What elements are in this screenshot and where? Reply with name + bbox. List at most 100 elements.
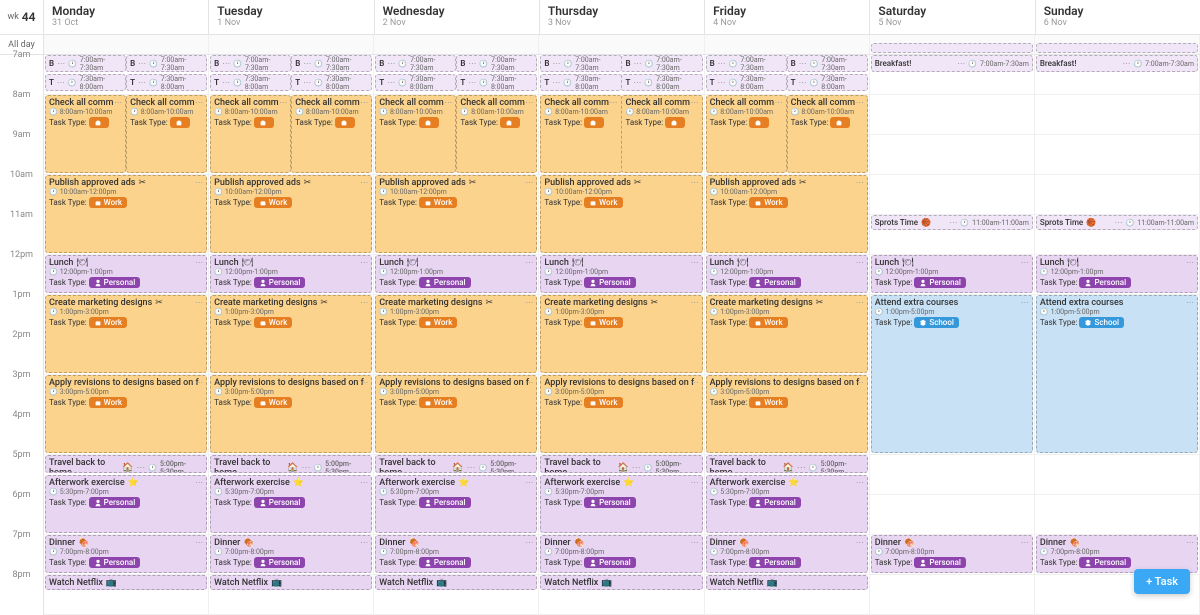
event-exercise[interactable]: ⋯Afterwork exercise ⭐5:30pm-7:00pmTask T… bbox=[540, 475, 702, 533]
event-task730[interactable]: T ⋯7:30am-8:00am bbox=[540, 74, 621, 91]
event-menu-icon[interactable]: ⋯ bbox=[525, 298, 533, 307]
event-check-comm[interactable]: ⋯Check all comm8:00am-10:00amTask Type: bbox=[45, 95, 126, 173]
event-task730[interactable]: T ⋯7:30am-8:00am bbox=[706, 74, 787, 91]
event-menu-icon[interactable]: ⋯ bbox=[691, 478, 699, 487]
event-sports[interactable]: Sprots Time 🏀⋯11:00am-11:00am bbox=[871, 215, 1033, 230]
event-task730[interactable]: T ⋯7:30am-8:00am bbox=[621, 74, 702, 91]
event-exercise[interactable]: ⋯Afterwork exercise ⭐5:30pm-7:00pmTask T… bbox=[210, 475, 372, 533]
event-check-comm[interactable]: ⋯Check all comm8:00am-10:00amTask Type: bbox=[706, 95, 787, 173]
event-travel[interactable]: Travel back to home 🏠⋯5:00pm-5:30pm bbox=[210, 455, 372, 473]
event-menu-icon[interactable]: ⋯ bbox=[195, 98, 203, 107]
event-lunch[interactable]: ⋯Lunch 🍽12:00pm-1:00pmTask Type: Persona… bbox=[45, 255, 207, 293]
event-revisions[interactable]: ⋯Apply revisions to designs based on f3:… bbox=[45, 375, 207, 453]
event-menu-icon[interactable]: ⋯ bbox=[856, 298, 864, 307]
event-marketing[interactable]: ⋯Create marketing designs ✂1:00pm-3:00pm… bbox=[210, 295, 372, 373]
event-netflix[interactable]: Watch Netflix 📺 bbox=[540, 575, 702, 590]
event-menu-icon[interactable]: ⋯ bbox=[775, 98, 783, 107]
event-menu-icon[interactable]: ⋯ bbox=[195, 258, 203, 267]
event-check-comm[interactable]: ⋯Check all comm8:00am-10:00amTask Type: bbox=[787, 95, 868, 173]
event-revisions[interactable]: ⋯Apply revisions to designs based on f3:… bbox=[210, 375, 372, 453]
event-lunch[interactable]: ⋯Lunch 🍽12:00pm-1:00pmTask Type: Persona… bbox=[210, 255, 372, 293]
event-breakfast[interactable]: Breakfast!⋯7:00am-7:30am bbox=[1036, 55, 1198, 72]
event-marketing[interactable]: ⋯Create marketing designs ✂1:00pm-3:00pm… bbox=[540, 295, 702, 373]
event-task730[interactable]: T ⋯7:30am-8:00am bbox=[787, 74, 868, 91]
event-dinner[interactable]: ⋯Dinner 🍖7:00pm-8:00pmTask Type: Persona… bbox=[1036, 535, 1198, 573]
event-task730[interactable]: T ⋯7:30am-8:00am bbox=[126, 74, 207, 91]
event-publish-ads[interactable]: ⋯Publish approved ads ✂10:00am-12:00pmTa… bbox=[45, 175, 207, 253]
event-menu-icon[interactable]: ⋯ bbox=[691, 538, 699, 547]
allday-cell[interactable] bbox=[44, 35, 209, 54]
event-netflix[interactable]: Watch Netflix 📺 bbox=[45, 575, 207, 590]
event-menu-icon[interactable]: ⋯ bbox=[195, 478, 203, 487]
event-menu-icon[interactable]: ⋯ bbox=[195, 178, 203, 187]
event-breakfast[interactable]: B ⋯7:00am-7:30am bbox=[706, 55, 787, 72]
day-column[interactable]: B ⋯7:00am-7:30amB ⋯7:00am-7:30amT ⋯7:30a… bbox=[705, 55, 870, 615]
event-menu-icon[interactable]: ⋯ bbox=[856, 478, 864, 487]
event-exercise[interactable]: ⋯Afterwork exercise ⭐5:30pm-7:00pmTask T… bbox=[45, 475, 207, 533]
event-exercise[interactable]: ⋯Afterwork exercise ⭐5:30pm-7:00pmTask T… bbox=[375, 475, 537, 533]
event-netflix[interactable]: Watch Netflix 📺 bbox=[375, 575, 537, 590]
event-travel[interactable]: Travel back to home 🏠⋯5:00pm-5:30pm bbox=[706, 455, 868, 473]
event-marketing[interactable]: ⋯Create marketing designs ✂1:00pm-3:00pm… bbox=[45, 295, 207, 373]
event-menu-icon[interactable]: ⋯ bbox=[444, 98, 452, 107]
event-dinner[interactable]: ⋯Dinner 🍖7:00pm-8:00pmTask Type: Persona… bbox=[706, 535, 868, 573]
event-lunch[interactable]: ⋯Lunch 🍽12:00pm-1:00pmTask Type: Persona… bbox=[706, 255, 868, 293]
event-check-comm[interactable]: ⋯Check all comm8:00am-10:00amTask Type: bbox=[540, 95, 621, 173]
event-partial[interactable] bbox=[1036, 43, 1198, 53]
event-travel[interactable]: Travel back to home 🏠⋯5:00pm-5:30pm bbox=[375, 455, 537, 473]
event-lunch[interactable]: ⋯Lunch 🍽12:00pm-1:00pmTask Type: Persona… bbox=[871, 255, 1033, 293]
event-breakfast[interactable]: B ⋯7:00am-7:30am bbox=[621, 55, 702, 72]
event-menu-icon[interactable]: ⋯ bbox=[360, 478, 368, 487]
allday-cell[interactable] bbox=[705, 35, 870, 54]
event-check-comm[interactable]: ⋯Check all comm8:00am-10:00amTask Type: bbox=[126, 95, 207, 173]
event-revisions[interactable]: ⋯Apply revisions to designs based on f3:… bbox=[375, 375, 537, 453]
event-menu-icon[interactable]: ⋯ bbox=[360, 178, 368, 187]
event-menu-icon[interactable]: ⋯ bbox=[1021, 258, 1029, 267]
day-column[interactable]: B ⋯7:00am-7:30amB ⋯7:00am-7:30amT ⋯7:30a… bbox=[374, 55, 539, 615]
event-breakfast[interactable]: B ⋯7:00am-7:30am bbox=[210, 55, 291, 72]
event-menu-icon[interactable]: ⋯ bbox=[360, 378, 368, 387]
event-menu-icon[interactable]: ⋯ bbox=[279, 98, 287, 107]
event-menu-icon[interactable]: ⋯ bbox=[114, 98, 122, 107]
event-menu-icon[interactable]: ⋯ bbox=[525, 378, 533, 387]
add-task-button[interactable]: + Task bbox=[1134, 569, 1190, 594]
event-travel[interactable]: Travel back to home 🏠⋯5:00pm-5:30pm bbox=[45, 455, 207, 473]
event-breakfast[interactable]: B ⋯7:00am-7:30am bbox=[375, 55, 456, 72]
event-menu-icon[interactable]: ⋯ bbox=[856, 98, 864, 107]
event-publish-ads[interactable]: ⋯Publish approved ads ✂10:00am-12:00pmTa… bbox=[375, 175, 537, 253]
event-menu-icon[interactable]: ⋯ bbox=[525, 538, 533, 547]
event-menu-icon[interactable]: ⋯ bbox=[856, 538, 864, 547]
event-sports[interactable]: Sprots Time 🏀⋯11:00am-11:00am bbox=[1036, 215, 1198, 230]
event-check-comm[interactable]: ⋯Check all comm8:00am-10:00amTask Type: bbox=[375, 95, 456, 173]
event-menu-icon[interactable]: ⋯ bbox=[360, 258, 368, 267]
event-check-comm[interactable]: ⋯Check all comm8:00am-10:00amTask Type: bbox=[291, 95, 372, 173]
event-task730[interactable]: T ⋯7:30am-8:00am bbox=[456, 74, 537, 91]
event-menu-icon[interactable]: ⋯ bbox=[1186, 538, 1194, 547]
event-publish-ads[interactable]: ⋯Publish approved ads ✂10:00am-12:00pmTa… bbox=[706, 175, 868, 253]
event-menu-icon[interactable]: ⋯ bbox=[856, 178, 864, 187]
event-breakfast[interactable]: B ⋯7:00am-7:30am bbox=[291, 55, 372, 72]
event-menu-icon[interactable]: ⋯ bbox=[691, 258, 699, 267]
day-header-sat[interactable]: Saturday5 Nov bbox=[870, 0, 1035, 34]
event-travel[interactable]: Travel back to home 🏠⋯5:00pm-5:30pm bbox=[540, 455, 702, 473]
event-courses[interactable]: ⋯Attend extra courses1:00pm-5:00pmTask T… bbox=[871, 295, 1033, 453]
event-menu-icon[interactable]: ⋯ bbox=[610, 98, 618, 107]
event-lunch[interactable]: ⋯Lunch 🍽12:00pm-1:00pmTask Type: Persona… bbox=[540, 255, 702, 293]
event-task730[interactable]: T ⋯7:30am-8:00am bbox=[291, 74, 372, 91]
allday-cell[interactable] bbox=[374, 35, 539, 54]
event-menu-icon[interactable]: ⋯ bbox=[691, 98, 699, 107]
event-menu-icon[interactable]: ⋯ bbox=[1186, 258, 1194, 267]
event-lunch[interactable]: ⋯Lunch 🍽12:00pm-1:00pmTask Type: Persona… bbox=[1036, 255, 1198, 293]
event-revisions[interactable]: ⋯Apply revisions to designs based on f3:… bbox=[706, 375, 868, 453]
event-menu-icon[interactable]: ⋯ bbox=[195, 378, 203, 387]
day-header-tue[interactable]: Tuesday1 Nov bbox=[209, 0, 374, 34]
event-dinner[interactable]: ⋯Dinner 🍖7:00pm-8:00pmTask Type: Persona… bbox=[540, 535, 702, 573]
event-dinner[interactable]: ⋯Dinner 🍖7:00pm-8:00pmTask Type: Persona… bbox=[871, 535, 1033, 573]
event-exercise[interactable]: ⋯Afterwork exercise ⭐5:30pm-7:00pmTask T… bbox=[706, 475, 868, 533]
event-dinner[interactable]: ⋯Dinner 🍖7:00pm-8:00pmTask Type: Persona… bbox=[45, 535, 207, 573]
day-header-wed[interactable]: Wednesday2 Nov bbox=[375, 0, 540, 34]
event-menu-icon[interactable]: ⋯ bbox=[525, 178, 533, 187]
event-menu-icon[interactable]: ⋯ bbox=[691, 178, 699, 187]
event-breakfast[interactable]: Breakfast!⋯7:00am-7:30am bbox=[871, 55, 1033, 72]
event-partial[interactable] bbox=[871, 43, 1033, 53]
